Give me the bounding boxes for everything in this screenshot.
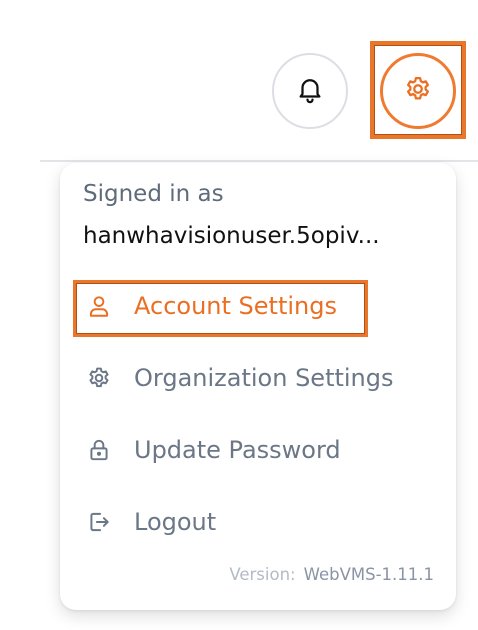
version-value: WebVMS-1.11.1 bbox=[303, 565, 434, 584]
menu-item-label: Logout bbox=[134, 508, 217, 536]
menu-item-label: Account Settings bbox=[134, 292, 337, 320]
user-icon bbox=[82, 289, 116, 323]
version-info: Version: WebVMS-1.11.1 bbox=[229, 565, 434, 584]
username: hanwhavisionuser.5opiv... bbox=[83, 223, 380, 249]
menu-item-account-settings[interactable]: Account Settings bbox=[82, 289, 337, 323]
menu-item-organization-settings[interactable]: Organization Settings bbox=[82, 361, 394, 395]
notifications-button[interactable] bbox=[272, 53, 348, 129]
logout-icon bbox=[82, 505, 116, 539]
bell-icon bbox=[295, 74, 325, 108]
menu-item-label: Update Password bbox=[134, 436, 341, 464]
settings-button[interactable] bbox=[380, 53, 456, 129]
lock-icon bbox=[82, 433, 116, 467]
gear-icon bbox=[403, 74, 433, 108]
header-divider bbox=[40, 160, 478, 162]
version-label: Version: bbox=[229, 565, 296, 584]
menu-item-logout[interactable]: Logout bbox=[82, 505, 216, 539]
gear-icon bbox=[82, 361, 116, 395]
signed-in-label: Signed in as bbox=[83, 181, 224, 207]
menu-item-update-password[interactable]: Update Password bbox=[82, 433, 341, 467]
menu-item-label: Organization Settings bbox=[134, 364, 394, 392]
user-dropdown-menu: Signed in as hanwhavisionuser.5opiv... A… bbox=[60, 163, 456, 610]
